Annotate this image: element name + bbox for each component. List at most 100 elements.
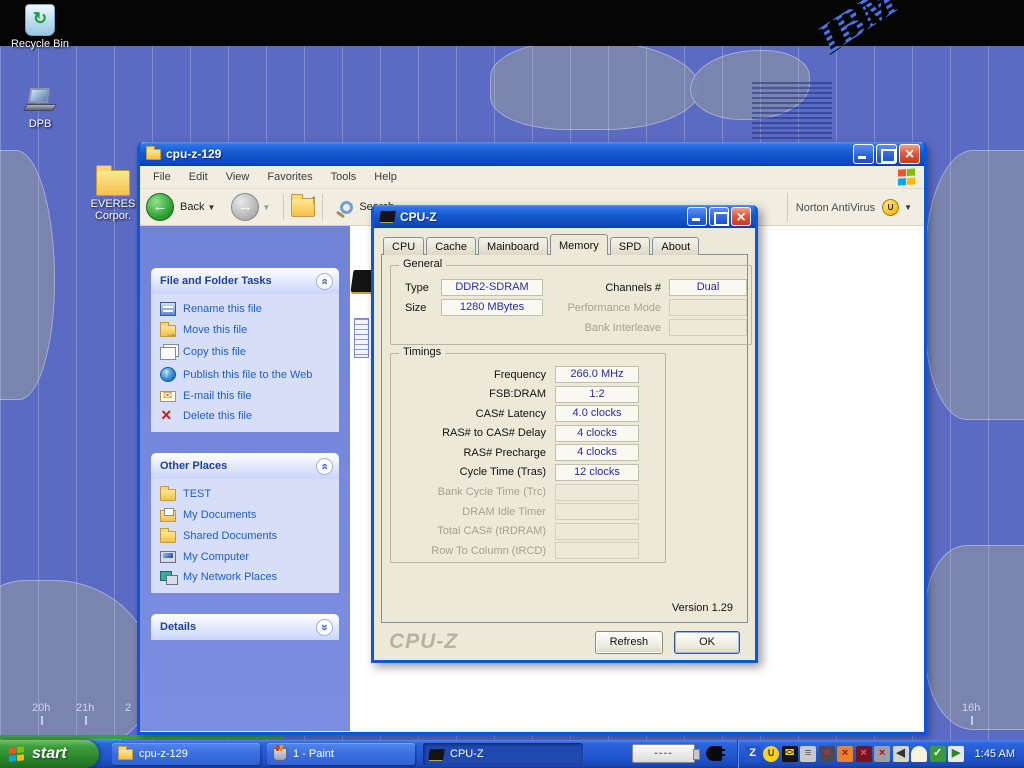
place-label[interactable]: My Network Places — [183, 571, 277, 583]
collapse-chevron-icon[interactable]: » — [316, 273, 333, 290]
task-label[interactable]: Delete this file — [183, 410, 252, 422]
place-my-network[interactable]: My Network Places — [160, 570, 335, 584]
ok-button[interactable]: OK — [674, 631, 740, 654]
taskbar-button-cpuz[interactable]: CPU-Z — [423, 743, 583, 765]
timing-label: Total CAS# (tRDRAM) — [397, 525, 555, 537]
place-label[interactable]: My Computer — [183, 551, 249, 563]
tab-about[interactable]: About — [652, 237, 699, 255]
connection-error-tray-icon[interactable]: × — [856, 746, 872, 762]
start-button[interactable]: start — [0, 740, 99, 768]
start-button-label: start — [32, 745, 67, 763]
norton-antivirus-toolbar[interactable]: Norton AntiVirus ∪ ▼ — [787, 193, 920, 222]
timing-value-field: 4.0 clocks — [555, 405, 639, 422]
taskbar-button-paint[interactable]: 1 - Paint — [267, 743, 415, 765]
details-header[interactable]: Details » — [151, 614, 339, 640]
other-places-header[interactable]: Other Places » — [151, 453, 339, 479]
task-label[interactable]: Move this file — [183, 324, 247, 336]
cpuz-tabs: CPU Cache Mainboard Memory SPD About — [381, 234, 748, 255]
task-move-file[interactable]: Move this file — [160, 323, 335, 337]
type-value-field: DDR2-SDRAM — [441, 279, 543, 296]
norton-dropdown-icon[interactable]: ▼ — [904, 203, 912, 212]
collapse-chevron-icon[interactable]: » — [316, 458, 333, 475]
place-label[interactable]: Shared Documents — [183, 530, 277, 542]
back-button-label[interactable]: Back — [180, 201, 204, 213]
menu-tools[interactable]: Tools — [322, 168, 366, 186]
place-label[interactable]: TEST — [183, 488, 211, 500]
task-publish-file[interactable]: Publish this file to the Web — [160, 367, 335, 382]
toolbar-separator — [322, 194, 323, 220]
place-label[interactable]: My Documents — [183, 509, 256, 521]
task-label[interactable]: Rename this file — [183, 303, 262, 315]
forward-dropdown-icon[interactable]: ▼ — [262, 203, 270, 212]
other-places-title: Other Places — [160, 460, 227, 472]
timing-label: FSB:DRAM — [397, 388, 555, 400]
tab-cpu[interactable]: CPU — [383, 237, 424, 255]
task-label[interactable]: E-mail this file — [183, 390, 251, 402]
ghost-app-tray-icon[interactable] — [911, 746, 927, 762]
place-shared-documents[interactable]: Shared Documents — [160, 529, 335, 543]
users-offline-tray-icon[interactable]: × — [837, 746, 853, 762]
menu-edit[interactable]: Edit — [180, 168, 217, 186]
details-title: Details — [160, 621, 196, 633]
zonealarm-tray-icon[interactable]: Z — [745, 746, 761, 762]
place-test[interactable]: TEST — [160, 487, 335, 501]
remote-audio-muted-tray-icon[interactable]: × — [874, 746, 890, 762]
windows-logo-icon — [898, 168, 916, 185]
up-folder-button[interactable] — [291, 198, 315, 217]
timezone-label: 21h — [76, 702, 94, 714]
tab-cache[interactable]: Cache — [426, 237, 476, 255]
taskbar-button-explorer[interactable]: cpu-z-129 — [112, 743, 260, 765]
task-copy-file[interactable]: Copy this file — [160, 344, 335, 360]
search-icon[interactable] — [340, 201, 353, 214]
windows-flag-icon — [9, 746, 26, 763]
minimize-button[interactable] — [687, 207, 707, 226]
task-rename-file[interactable]: Rename this file — [160, 302, 335, 316]
power-plug-icon[interactable] — [706, 746, 722, 761]
forward-button[interactable] — [231, 193, 259, 221]
place-my-documents[interactable]: My Documents — [160, 508, 335, 522]
file-tasks-header[interactable]: File and Folder Tasks » — [151, 268, 339, 294]
explorer-menubar: File Edit View Favorites Tools Help — [140, 166, 924, 189]
network-device-tray-icon[interactable]: ≡ — [800, 746, 816, 762]
other-places-section: Other Places » TEST My Documents Shared … — [151, 453, 339, 593]
my-computer-icon — [160, 551, 176, 563]
timing-label: Frequency — [397, 369, 555, 381]
green-agent-tray-icon[interactable]: ✓ — [930, 746, 946, 762]
task-email-file[interactable]: E-mail this file — [160, 389, 335, 402]
task-delete-file[interactable]: Delete this file — [160, 409, 335, 423]
tab-spd[interactable]: SPD — [610, 237, 651, 255]
task-label[interactable]: Copy this file — [183, 346, 246, 358]
refresh-button[interactable]: Refresh — [595, 631, 664, 654]
task-label[interactable]: Publish this file to the Web — [183, 369, 312, 381]
taskbar-deskband[interactable]: ---- — [632, 744, 695, 763]
general-legend: General — [399, 258, 446, 270]
menu-help[interactable]: Help — [365, 168, 406, 186]
back-dropdown-icon[interactable]: ▼ — [207, 203, 215, 212]
explorer-titlebar[interactable]: cpu-z-129 — [140, 142, 924, 166]
minimize-button[interactable] — [853, 144, 874, 164]
my-documents-icon — [160, 510, 176, 522]
desktop-icon-recycle-bin[interactable]: Recycle Bin — [2, 4, 78, 50]
expand-chevron-icon[interactable]: » — [316, 619, 333, 636]
close-button[interactable] — [731, 207, 751, 226]
menu-view[interactable]: View — [217, 168, 259, 186]
tab-mainboard[interactable]: Mainboard — [478, 237, 548, 255]
file-icon[interactable] — [354, 318, 369, 358]
timing-value-field — [555, 484, 639, 501]
place-my-computer[interactable]: My Computer — [160, 550, 335, 563]
email-protection-tray-icon[interactable]: ✉ — [782, 746, 798, 762]
tab-memory[interactable]: Memory — [550, 234, 608, 255]
display-settings-tray-icon[interactable]: ▶ — [948, 746, 964, 762]
menu-favorites[interactable]: Favorites — [258, 168, 321, 186]
close-button[interactable] — [899, 144, 920, 164]
cpuz-titlebar[interactable]: CPU-Z — [374, 205, 755, 228]
maximize-button[interactable] — [876, 144, 897, 164]
wallpaper-green-strip — [0, 735, 283, 739]
volume-tray-icon[interactable]: ◀ — [893, 746, 909, 762]
maximize-button[interactable] — [709, 207, 729, 226]
menu-file[interactable]: File — [144, 168, 180, 186]
back-button[interactable] — [146, 193, 174, 221]
desktop-icon-dpb[interactable]: DPB — [2, 86, 78, 130]
norton-antivirus-tray-icon[interactable]: ∪ — [763, 746, 779, 762]
signal-disconnected-tray-icon[interactable]: × — [819, 746, 835, 762]
